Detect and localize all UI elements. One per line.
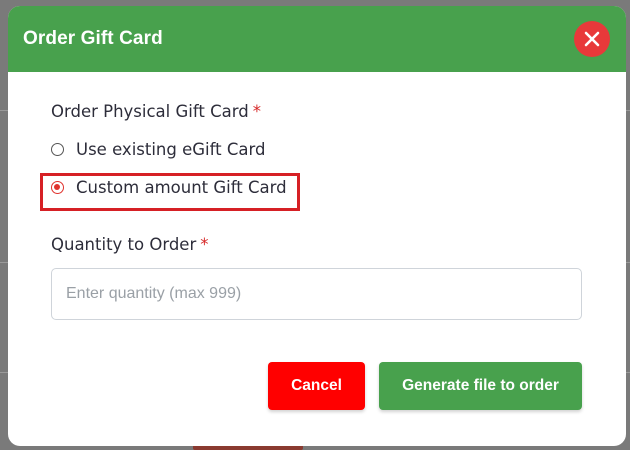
background-divider	[0, 262, 8, 263]
required-asterisk: *	[200, 235, 209, 254]
required-asterisk: *	[252, 102, 261, 121]
background-divider	[0, 372, 8, 373]
close-icon	[584, 31, 600, 47]
option-label: Custom amount Gift Card	[76, 178, 287, 197]
quantity-input[interactable]	[51, 268, 582, 320]
option-custom-amount-gift-card[interactable]: Custom amount Gift Card	[51, 178, 287, 197]
quantity-label-text: Quantity to Order	[51, 235, 197, 254]
order-gift-card-dialog: Order Gift Card Order Physical Gift Card…	[8, 6, 626, 446]
dialog-header: Order Gift Card	[8, 6, 626, 72]
generate-file-button[interactable]: Generate file to order	[379, 362, 582, 410]
radio-custom-amount-gift-card[interactable]	[51, 181, 64, 194]
physical-card-label: Order Physical Gift Card *	[51, 102, 261, 121]
option-label: Use existing eGift Card	[76, 140, 266, 159]
option-existing-egift-card[interactable]: Use existing eGift Card	[51, 140, 265, 159]
dialog-title: Order Gift Card	[23, 28, 163, 49]
background-divider	[0, 110, 8, 111]
quantity-label: Quantity to Order *	[51, 235, 209, 254]
close-button[interactable]	[574, 21, 610, 57]
physical-card-label-text: Order Physical Gift Card	[51, 102, 249, 121]
radio-existing-egift-card[interactable]	[51, 143, 64, 156]
cancel-button[interactable]: Cancel	[268, 362, 365, 410]
